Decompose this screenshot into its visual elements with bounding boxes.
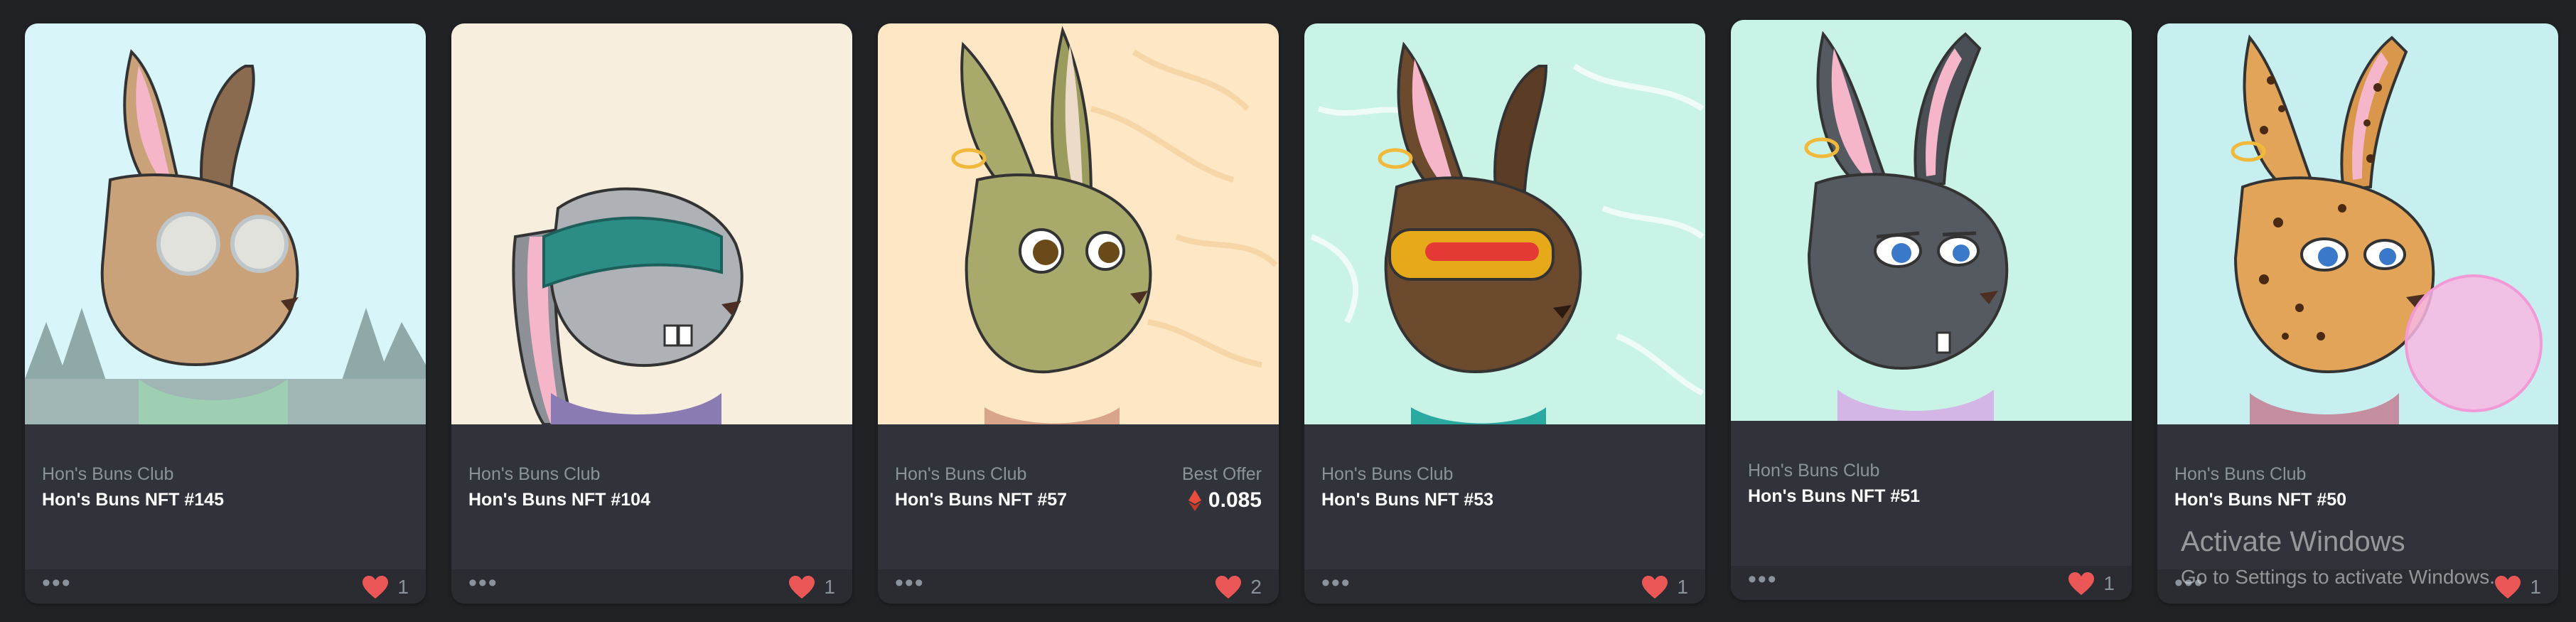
collection-name[interactable]: Hon's Buns Club xyxy=(468,464,600,485)
ellipsis-icon[interactable]: ••• xyxy=(2174,571,2204,595)
nft-card-53[interactable]: Hon's Buns Club Hon's Buns NFT #53 ••• 1 xyxy=(1304,23,1705,604)
card-info: Hon's Buns Club Hon's Buns NFT #50 xyxy=(2157,424,2558,569)
bunny-artwork xyxy=(2157,23,2558,424)
bunny-artwork xyxy=(451,23,852,424)
ellipsis-icon[interactable]: ••• xyxy=(1321,571,1351,595)
nft-image[interactable] xyxy=(2157,23,2558,424)
like-button[interactable]: 1 xyxy=(2494,575,2541,599)
like-count: 2 xyxy=(1250,576,1262,598)
heart-icon xyxy=(789,576,815,599)
nft-image[interactable] xyxy=(878,23,1279,424)
best-offer-label: Best Offer xyxy=(1181,464,1262,484)
price-value: 0.085 xyxy=(1208,488,1262,512)
nft-card-145[interactable]: Hon's Buns Club Hon's Buns NFT #145 ••• … xyxy=(25,23,426,604)
like-button[interactable]: 2 xyxy=(1215,575,1262,599)
card-info: Hon's Buns Club Hon's Buns NFT #57 Best … xyxy=(878,424,1279,569)
like-button[interactable]: 1 xyxy=(362,575,409,599)
collection-name[interactable]: Hon's Buns Club xyxy=(895,464,1026,485)
card-info: Hon's Buns Club Hon's Buns NFT #145 xyxy=(25,424,426,569)
best-offer-price: 0.085 xyxy=(1188,488,1262,513)
nft-name[interactable]: Hon's Buns NFT #145 xyxy=(42,490,224,510)
card-footer: ••• 1 xyxy=(451,569,852,604)
bunny-artwork xyxy=(25,23,426,424)
bunny-artwork xyxy=(1731,20,2132,421)
nft-name[interactable]: Hon's Buns NFT #50 xyxy=(2174,490,2346,510)
nft-name[interactable]: Hon's Buns NFT #104 xyxy=(468,490,650,510)
card-info: Hon's Buns Club Hon's Buns NFT #53 xyxy=(1304,424,1705,569)
nft-card-57[interactable]: Hon's Buns Club Hon's Buns NFT #57 Best … xyxy=(878,23,1279,604)
nft-image[interactable] xyxy=(25,23,426,424)
nft-name[interactable]: Hon's Buns NFT #57 xyxy=(895,490,1067,510)
heart-icon xyxy=(1215,576,1242,599)
ellipsis-icon[interactable]: ••• xyxy=(895,571,925,595)
nft-card-51[interactable]: Hon's Buns Club Hon's Buns NFT #51 ••• 1 xyxy=(1731,20,2132,600)
like-button[interactable]: 1 xyxy=(1641,575,1688,599)
ellipsis-icon[interactable]: ••• xyxy=(468,571,498,595)
like-count: 1 xyxy=(824,576,835,598)
nft-card-grid: Hon's Buns Club Hon's Buns NFT #145 ••• … xyxy=(0,0,2576,622)
nft-name[interactable]: Hon's Buns NFT #51 xyxy=(1748,486,1920,507)
like-count: 1 xyxy=(1677,576,1688,598)
collection-name[interactable]: Hon's Buns Club xyxy=(2174,464,2306,485)
like-button[interactable]: 1 xyxy=(788,575,835,599)
card-footer: ••• 1 xyxy=(25,569,426,604)
collection-name[interactable]: Hon's Buns Club xyxy=(1748,461,1879,481)
heart-icon xyxy=(363,576,389,599)
nft-name[interactable]: Hon's Buns NFT #53 xyxy=(1321,490,1493,510)
heart-icon xyxy=(2068,572,2095,595)
collection-name[interactable]: Hon's Buns Club xyxy=(1321,464,1453,485)
like-button[interactable]: 1 xyxy=(2068,572,2115,596)
ellipsis-icon[interactable]: ••• xyxy=(42,571,72,595)
heart-icon xyxy=(2495,576,2521,599)
nft-card-50[interactable]: Hon's Buns Club Hon's Buns NFT #50 ••• 1 xyxy=(2157,23,2558,604)
card-footer: ••• 1 xyxy=(1731,566,2132,600)
like-count: 1 xyxy=(2103,572,2115,594)
nft-image[interactable] xyxy=(1304,23,1705,424)
ellipsis-icon[interactable]: ••• xyxy=(1748,567,1778,591)
card-footer: ••• 1 xyxy=(2157,569,2558,604)
card-info: Hon's Buns Club Hon's Buns NFT #104 xyxy=(451,424,852,569)
heart-icon xyxy=(1642,576,1668,599)
bunny-artwork xyxy=(878,23,1279,424)
nft-image[interactable] xyxy=(451,23,852,424)
bunny-artwork xyxy=(1304,23,1705,424)
card-footer: ••• 1 xyxy=(1304,569,1705,604)
card-footer: ••• 2 xyxy=(878,569,1279,604)
like-count: 1 xyxy=(2530,576,2541,598)
nft-card-104[interactable]: Hon's Buns Club Hon's Buns NFT #104 ••• … xyxy=(451,23,852,604)
collection-name[interactable]: Hon's Buns Club xyxy=(42,464,173,485)
nft-image[interactable] xyxy=(1731,20,2132,421)
like-count: 1 xyxy=(397,576,409,598)
ethereum-icon xyxy=(1188,490,1201,511)
card-info: Hon's Buns Club Hon's Buns NFT #51 xyxy=(1731,421,2132,566)
